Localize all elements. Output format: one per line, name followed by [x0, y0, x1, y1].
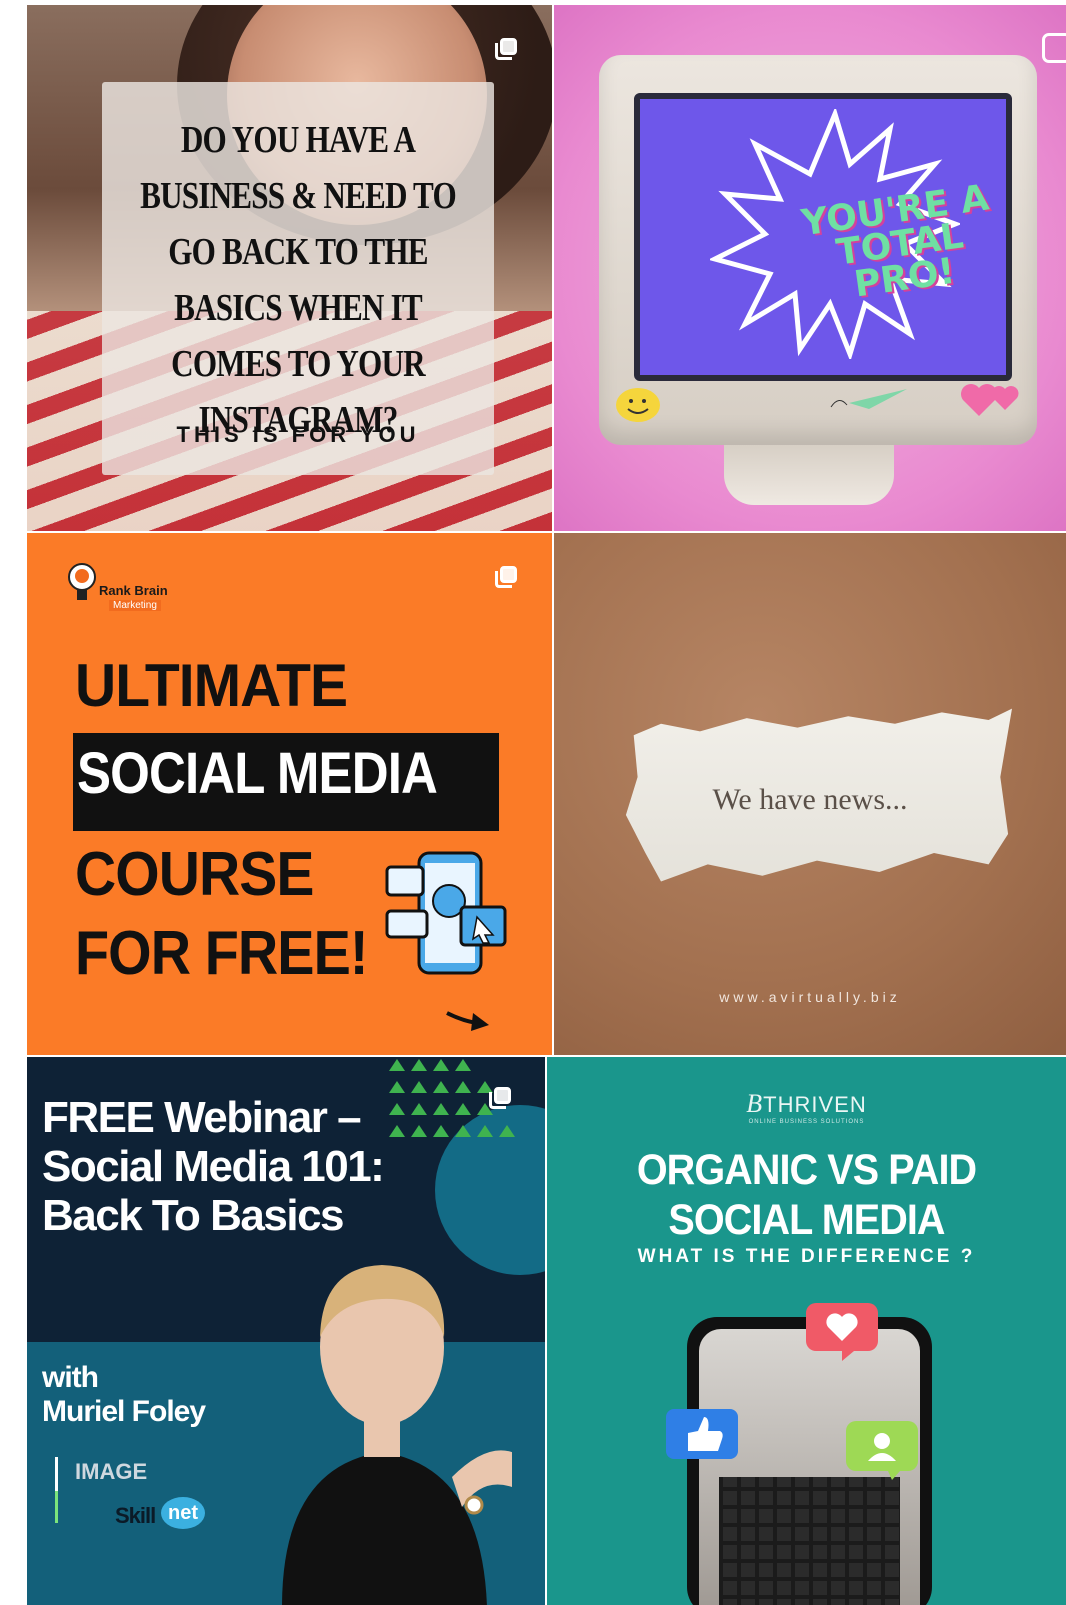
text-panel: DO YOU HAVE A BUSINESS & NEED TO GO BACK… — [102, 82, 494, 475]
headline-line-3: COURSE — [75, 840, 314, 909]
arrow-right-icon — [446, 1011, 489, 1031]
monitor-stand — [724, 445, 894, 505]
post-headline: DO YOU HAVE A BUSINESS & NEED TO GO BACK… — [140, 119, 457, 441]
news-text: We have news... — [712, 783, 908, 816]
brand-subtitle: Marketing — [109, 600, 161, 611]
host-label: with Muriel Foley — [42, 1361, 206, 1429]
post-tile-we-have-news[interactable]: We have news... www.avirtually.biz — [554, 533, 1066, 1055]
sponsor-logo-skill: Skill — [115, 1503, 156, 1528]
reels-icon — [1042, 33, 1066, 63]
brand-prefix: B — [746, 1089, 764, 1118]
thumbs-up-icon — [666, 1409, 738, 1459]
hearts-sticker-icon — [961, 384, 1019, 416]
post-tile-organic-vs-paid[interactable]: BTHRIVEN ONLINE BUSINESS SOLUTIONS ORGAN… — [547, 1057, 1066, 1605]
laptop-keyboard — [719, 1477, 900, 1605]
webinar-title: FREE Webinar – Social Media 101: Back To… — [42, 1093, 385, 1240]
heart-like-icon — [806, 1303, 878, 1361]
lightbulb-logo-icon — [68, 563, 96, 600]
headline-line-4: FOR FREE! — [75, 919, 368, 988]
headline-line-1: ULTIMATE — [75, 652, 348, 719]
paper-plane-icon — [830, 389, 907, 409]
multiple-posts-icon — [495, 566, 517, 588]
host-name: Muriel Foley — [42, 1395, 206, 1428]
presenter-photo — [282, 1265, 512, 1605]
website-url: www.avirtually.biz — [719, 989, 901, 1005]
post-subtitle: THIS IS FOR YOU — [176, 422, 420, 447]
with-text: with — [42, 1361, 99, 1394]
multiple-posts-icon — [489, 1087, 511, 1109]
sponsor-logo-image: IMAGE — [75, 1459, 148, 1484]
multiple-posts-icon — [495, 38, 517, 60]
brand-name: Rank Brain — [99, 583, 168, 598]
heading-line-1: ORGANIC VS PAID — [636, 1146, 977, 1194]
post-tile-free-webinar[interactable]: FREE Webinar – Social Media 101: Back To… — [27, 1057, 545, 1605]
brand-tagline: ONLINE BUSINESS SOLUTIONS — [748, 1119, 865, 1125]
brand-logo: BTHRIVEN — [547, 1089, 1066, 1119]
headline-line-2: SOCIAL MEDIA — [77, 741, 438, 806]
heading: ORGANIC VS PAID SOCIAL MEDIA — [568, 1145, 1045, 1245]
sponsor-logo-net: net — [161, 1497, 205, 1529]
brand-name: THRIVEN — [763, 1092, 867, 1117]
post-tile-social-media-course[interactable]: Rank Brain Marketing ULTIMATE SOCIAL MED… — [27, 533, 552, 1055]
retro-monitor: YOU'RE A TOTAL PRO! — [599, 55, 1037, 445]
user-profile-icon — [846, 1421, 918, 1480]
post-tile-total-pro[interactable]: YOU'RE A TOTAL PRO! — [554, 5, 1066, 531]
heading-line-2: SOCIAL MEDIA — [668, 1196, 945, 1244]
smiley-sticker-icon — [616, 388, 660, 422]
monitor-screen: YOU'RE A TOTAL PRO! — [634, 93, 1012, 381]
post-tile-instagram-basics[interactable]: DO YOU HAVE A BUSINESS & NEED TO GO BACK… — [27, 5, 552, 531]
logo-bracket-accent — [55, 1491, 66, 1523]
phone-web-icon — [385, 851, 507, 975]
subheading: WHAT IS THE DIFFERENCE ? — [637, 1246, 976, 1267]
